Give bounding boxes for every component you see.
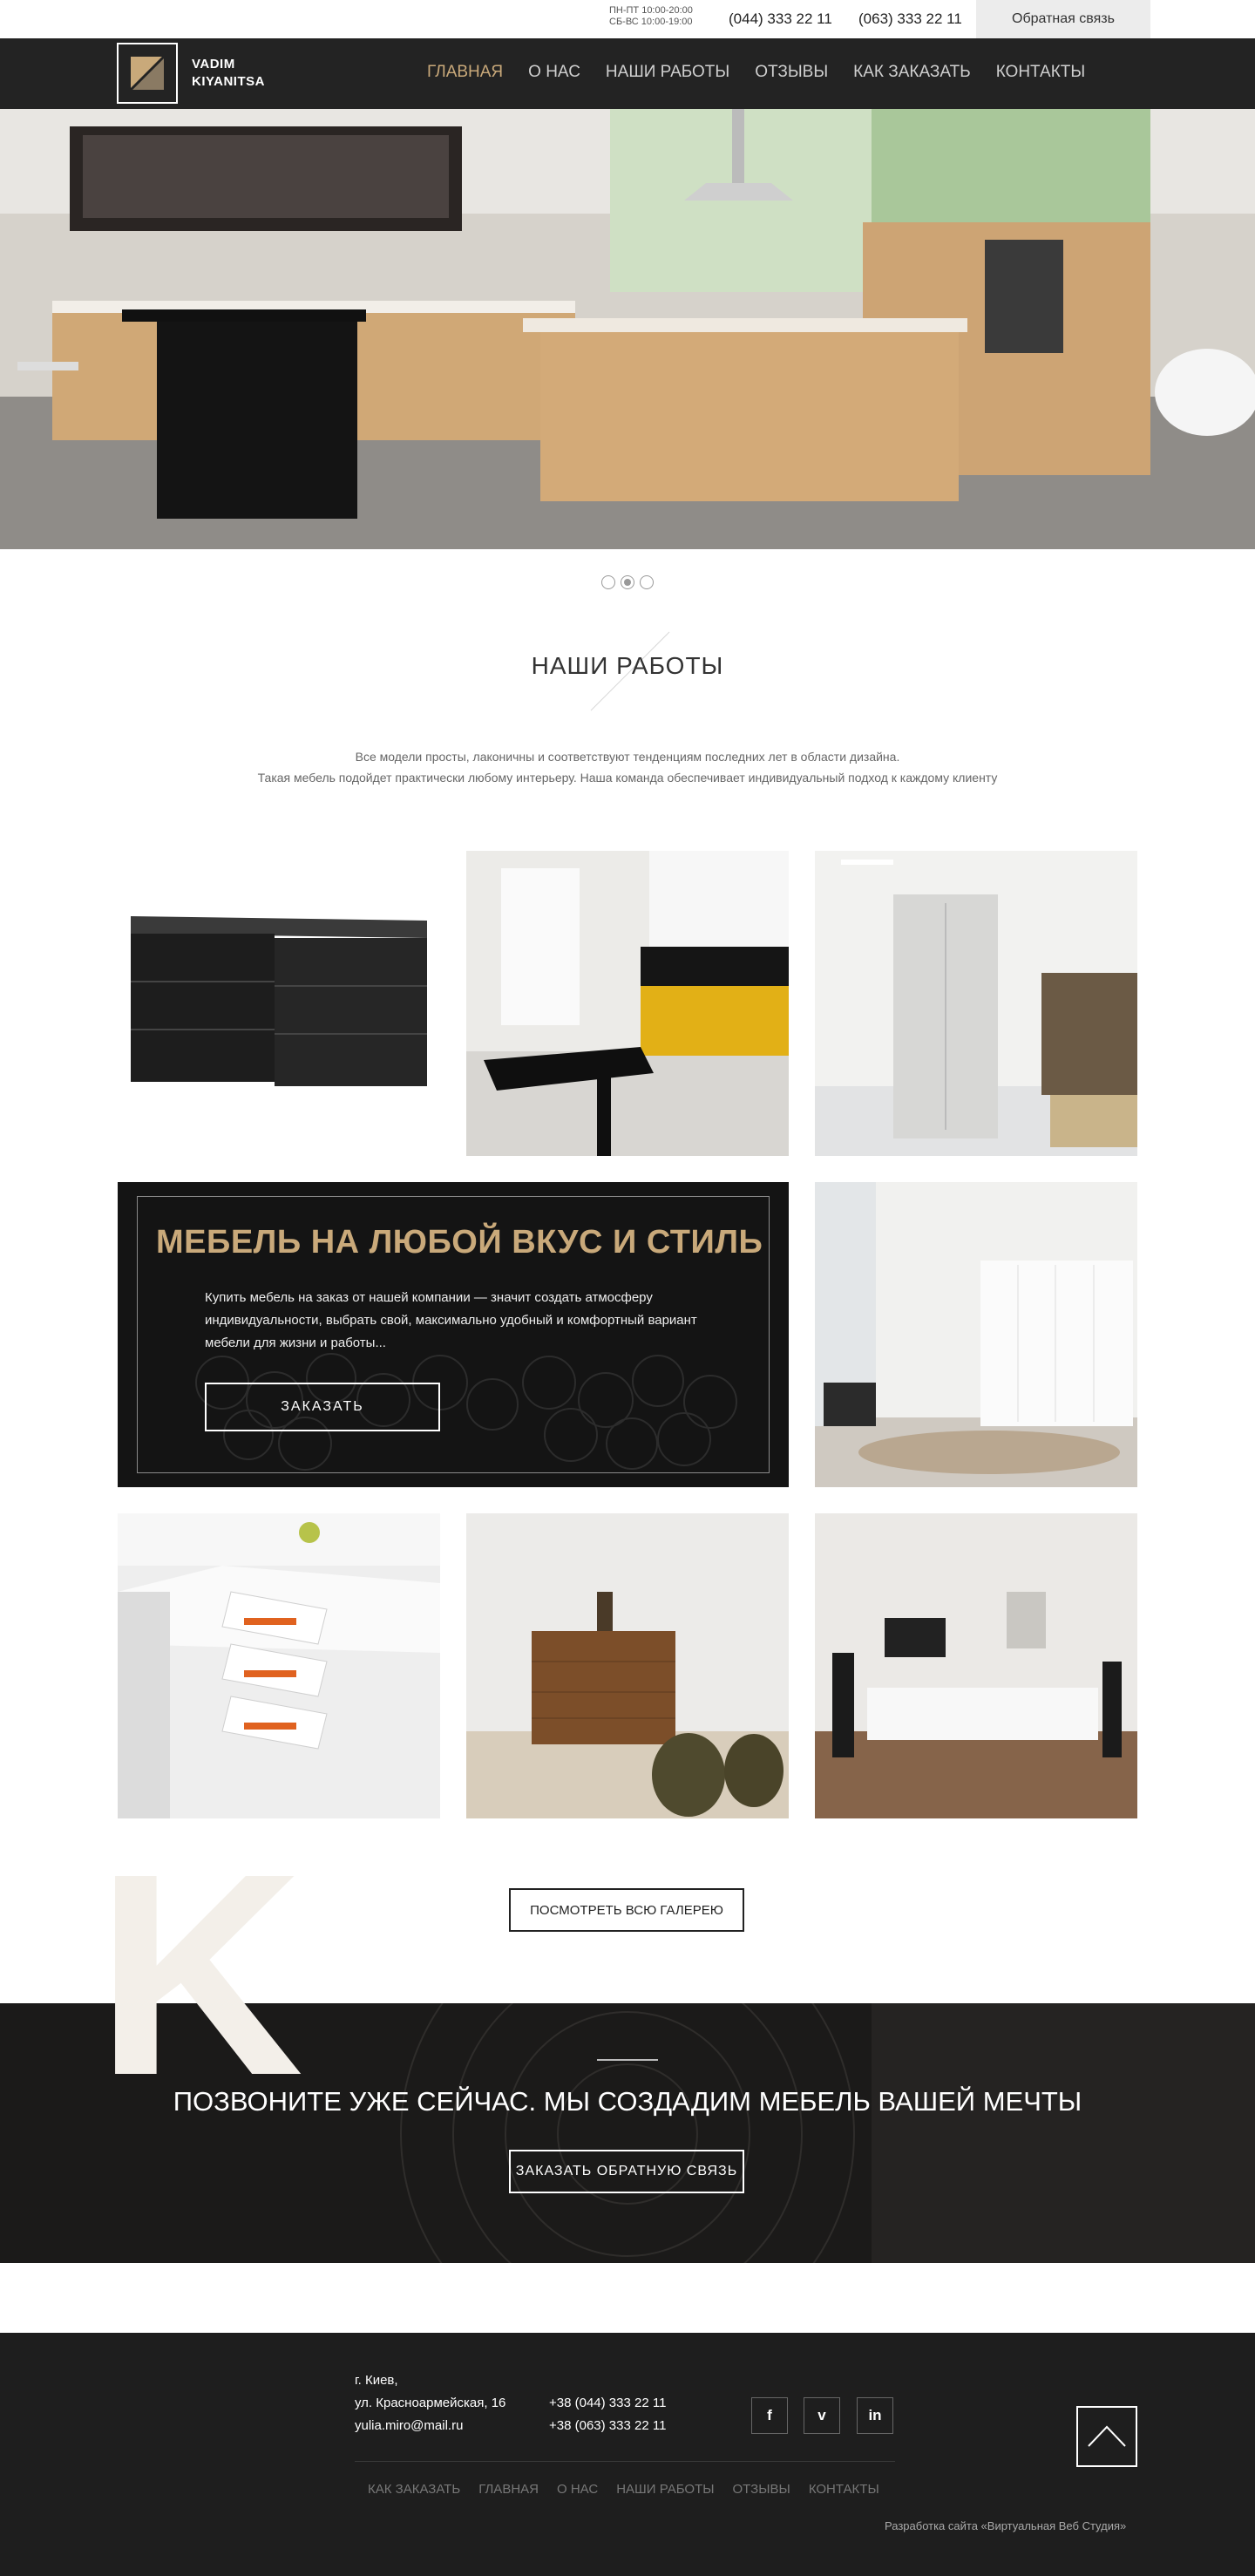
- cta-title: ПОЗВОНИТЕ УЖЕ СЕЙЧАС. МЫ СОЗДАДИМ МЕБЕЛЬ…: [173, 2086, 1082, 2117]
- linkedin-icon[interactable]: in: [857, 2397, 893, 2434]
- cta-divider: [597, 2059, 658, 2061]
- top-phone-1[interactable]: (044) 333 22 11: [729, 10, 832, 28]
- main-header: VADIM KIYANITSA ГЛАВНАЯ О НАС НАШИ РАБОТ…: [0, 38, 1255, 109]
- promo-title: МЕБЕЛЬ НА ЛЮБОЙ ВКУС И СТИЛЬ: [156, 1224, 763, 1261]
- hours-weekdays: ПН-ПТ 10:00-20:00: [609, 5, 693, 16]
- footer-nav-reviews[interactable]: ОТЗЫВЫ: [733, 2482, 790, 2497]
- decorative-letter-k: K: [96, 1813, 304, 2135]
- footer-email[interactable]: yulia.miro@mail.ru: [355, 2415, 505, 2437]
- gallery-item-dresser[interactable]: [118, 851, 440, 1156]
- logo-icon[interactable]: [117, 43, 178, 104]
- section-title-works: НАШИ РАБОТЫ: [531, 652, 724, 679]
- footer-city: г. Киев,: [355, 2373, 398, 2388]
- footer: [0, 2333, 1255, 2576]
- vimeo-icon[interactable]: v: [804, 2397, 840, 2434]
- nav-item-home[interactable]: ГЛАВНАЯ: [427, 63, 503, 82]
- view-gallery-button[interactable]: ПОСМОТРЕТЬ ВСЮ ГАЛЕРЕЮ: [509, 1888, 744, 1932]
- description-line-1: Все модели просты, лаконичны и соответст…: [355, 750, 900, 764]
- top-phone-2[interactable]: (063) 333 22 11: [858, 10, 962, 28]
- callback-button[interactable]: Обратная связь: [976, 0, 1150, 38]
- scroll-to-top-icon[interactable]: [1076, 2406, 1137, 2467]
- footer-nav-about[interactable]: О НАС: [557, 2482, 598, 2497]
- brand-name[interactable]: VADIM KIYANITSA: [192, 56, 265, 91]
- gallery-item-kitchen-yellow[interactable]: [466, 851, 789, 1156]
- promo-banner: МЕБЕЛЬ НА ЛЮБОЙ ВКУС И СТИЛЬ Купить мебе…: [118, 1182, 789, 1487]
- footer-divider: [355, 2461, 895, 2462]
- nav-item-about[interactable]: О НАС: [528, 63, 580, 82]
- brand-line-1: VADIM: [192, 57, 235, 71]
- section-description: Все модели просты, лаконичны и соответст…: [0, 746, 1255, 788]
- footer-phone-2[interactable]: +38 (063) 333 22 11: [549, 2415, 666, 2437]
- footer-nav-works[interactable]: НАШИ РАБОТЫ: [616, 2482, 714, 2497]
- footer-phones: +38 (044) 333 22 11 +38 (063) 333 22 11: [549, 2392, 666, 2437]
- promo-text: Купить мебель на заказ от нашей компании…: [205, 1290, 697, 1350]
- footer-nav-home[interactable]: ГЛАВНАЯ: [478, 2482, 539, 2497]
- gallery-item-corner-drawers[interactable]: [118, 1513, 440, 1818]
- footer-nav-how-to-order[interactable]: КАК ЗАКАЗАТЬ: [368, 2482, 460, 2497]
- description-line-2: Такая мебель подойдет практически любому…: [257, 771, 998, 785]
- slider-dot-3[interactable]: [640, 575, 654, 589]
- footer-address: г. Киев, ул. Красноармейская, 16 yulia.m…: [355, 2369, 505, 2437]
- nav-item-contacts[interactable]: КОНТАКТЫ: [996, 63, 1086, 82]
- slider-dot-1[interactable]: [601, 575, 615, 589]
- nav-item-how-to-order[interactable]: КАК ЗАКАЗАТЬ: [853, 63, 971, 82]
- footer-nav: КАК ЗАКАЗАТЬ ГЛАВНАЯ О НАС НАШИ РАБОТЫ О…: [368, 2482, 898, 2497]
- request-callback-button[interactable]: ЗАКАЗАТЬ ОБРАТНУЮ СВЯЗЬ: [509, 2150, 744, 2193]
- nav-item-works[interactable]: НАШИ РАБОТЫ: [606, 63, 729, 82]
- slider-dot-2[interactable]: [621, 575, 634, 589]
- gallery-item-chest-of-drawers[interactable]: [466, 1513, 789, 1818]
- hours-weekend: СБ-ВС 10:00-19:00: [609, 17, 693, 27]
- footer-nav-contacts[interactable]: КОНТАКТЫ: [809, 2482, 879, 2497]
- gallery-item-wardrobe-hall[interactable]: [815, 851, 1137, 1156]
- working-hours: ПН-ПТ 10:00-20:00 СБ-ВС 10:00-19:00: [609, 5, 693, 28]
- brand-line-2: KIYANITSA: [192, 74, 265, 89]
- facebook-icon[interactable]: f: [751, 2397, 788, 2434]
- main-nav: ГЛАВНАЯ О НАС НАШИ РАБОТЫ ОТЗЫВЫ КАК ЗАК…: [427, 63, 1110, 82]
- gallery-item-tv-unit[interactable]: [815, 1513, 1137, 1818]
- gallery-item-bedroom-wardrobe[interactable]: [815, 1182, 1137, 1487]
- hero-slide-kitchen: [0, 109, 1255, 549]
- footer-street: ул. Красноармейская, 16: [355, 2396, 506, 2410]
- developer-credit[interactable]: Разработка сайта «Виртуальная Веб Студия…: [885, 2519, 1126, 2532]
- nav-item-reviews[interactable]: ОТЗЫВЫ: [755, 63, 828, 82]
- order-button[interactable]: ЗАКАЗАТЬ: [205, 1383, 440, 1431]
- slider-dots: [0, 575, 1255, 589]
- footer-phone-1[interactable]: +38 (044) 333 22 11: [549, 2392, 666, 2415]
- top-bar: ПН-ПТ 10:00-20:00 СБ-ВС 10:00-19:00 (044…: [0, 0, 1255, 38]
